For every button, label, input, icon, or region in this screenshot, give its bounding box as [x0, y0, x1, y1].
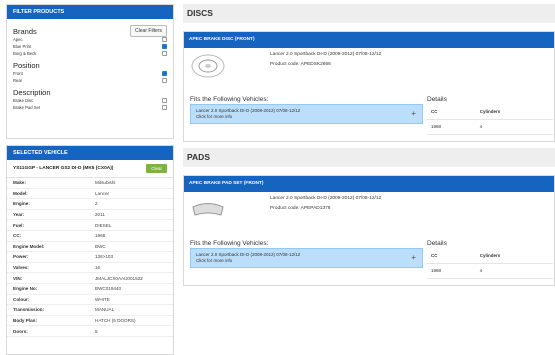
vehicle-detail-row: Doors: 5 — [7, 326, 173, 337]
vehicle-detail-row: Colour: WHITE — [7, 295, 173, 306]
vehicle-detail-row: Engine Model: BWC — [7, 242, 173, 253]
main-content: DISCS APEC BRAKE DISC (FRONT) Lancer 2.0… — [183, 4, 555, 286]
filter-option[interactable]: Borg & Beck — [13, 50, 167, 57]
more-info-link[interactable]: Click for more info — [196, 258, 417, 263]
product-card: APEC BRAKE PAD SET (FRONT) Lancer 2.0 Sp… — [183, 175, 555, 286]
vehicle-reg: YS11GGP - LANCER GS2 DI-D (MK5 (CX0A)) — [13, 166, 114, 171]
filter-option[interactable]: Apec — [13, 36, 167, 43]
brake-disc-icon[interactable] — [190, 54, 226, 78]
product-heading[interactable]: APEC BRAKE PAD SET (FRONT) — [184, 176, 554, 192]
product-title: Lancer 2.0 Sportback DI-D (2008-2012) 07… — [270, 52, 382, 57]
fitting-vehicle-item[interactable]: Lancer 2.0 Sportback DI-D (2008-2012) 07… — [190, 248, 423, 268]
filter-group-title: Description — [13, 88, 51, 97]
vehicle-detail-row: VIN: JMALJCX0AAU001522 — [7, 273, 173, 284]
vehicle-detail-row: Transmission: MANUAL — [7, 305, 173, 316]
filter-panel: FILTER PRODUCTS Clear Filters Brands Ape… — [6, 4, 174, 139]
checkbox[interactable] — [162, 44, 167, 49]
checkbox[interactable] — [162, 98, 167, 103]
section-title-pads: PADS — [183, 148, 555, 167]
vehicle-detail-row: Valves: 16 — [7, 263, 173, 274]
filter-option[interactable]: Brake Pad Set — [13, 104, 167, 111]
checkbox[interactable] — [162, 51, 167, 56]
filter-group-title: Position — [13, 61, 40, 70]
vehicle-detail-row: Engine: 2 — [7, 199, 173, 210]
product-code: Product code: APEDSK2666 — [270, 62, 331, 67]
vehicle-detail-row: Make: Mitsubishi — [7, 178, 173, 189]
plus-icon[interactable]: + — [411, 253, 416, 262]
fitting-vehicle-name: Lancer 2.0 Sportback DI-D (2008-2012) 07… — [196, 252, 301, 257]
details-label: Details — [427, 240, 447, 247]
fitting-vehicle-name: Lancer 2.0 Sportback DI-D (2008-2012) 07… — [196, 108, 301, 113]
vehicle-detail-row: Power: 136>103 — [7, 252, 173, 263]
plus-icon[interactable]: + — [411, 109, 416, 118]
vehicle-detail-row: Fuel: DIESEL — [7, 220, 173, 231]
filter-panel-title: FILTER PRODUCTS — [7, 5, 173, 19]
details-table: CC Cylinders 1968 4 — [427, 248, 553, 279]
brake-pad-icon[interactable] — [190, 198, 226, 222]
vehicle-detail-row: Model: Lancer — [7, 189, 173, 200]
selected-vehicle-title: SELECTED VEHICLE — [7, 146, 173, 160]
checkbox[interactable] — [162, 105, 167, 110]
vehicle-detail-row: CC: 1968 — [7, 231, 173, 242]
fits-vehicles-label: Fits the Following Vehicles: — [190, 96, 269, 103]
vehicle-detail-row: Year: 2011 — [7, 210, 173, 221]
vehicle-detail-row: Engine No: BWC019440 — [7, 284, 173, 295]
fitting-vehicle-item[interactable]: Lancer 2.0 Sportback DI-D (2008-2012) 07… — [190, 104, 423, 124]
details-table: CC Cylinders 1968 4 — [427, 104, 553, 135]
product-code: Product code: APEPAD1376 — [270, 206, 331, 211]
product-heading[interactable]: APEC BRAKE DISC (FRONT) — [184, 32, 554, 48]
checkbox[interactable] — [162, 78, 167, 83]
selected-vehicle-panel: SELECTED VEHICLE YS11GGP - LANCER GS2 DI… — [6, 145, 174, 355]
filter-option[interactable]: Rear — [13, 77, 167, 84]
product-title: Lancer 2.0 Sportback DI-D (2008-2012) 07… — [270, 196, 382, 201]
filter-option[interactable]: Front — [13, 70, 167, 77]
vehicle-reg-row: YS11GGP - LANCER GS2 DI-D (MK5 (CX0A)) C… — [7, 160, 173, 178]
more-info-link[interactable]: Click for more info — [196, 114, 417, 119]
vehicle-detail-row: Body Plan: HATCH (5 DOORS) — [7, 316, 173, 327]
details-label: Details — [427, 96, 447, 103]
fits-vehicles-label: Fits the Following Vehicles: — [190, 240, 269, 247]
clear-vehicle-button[interactable]: Clear — [146, 164, 167, 173]
clear-filters-button[interactable]: Clear Filters — [130, 25, 167, 37]
sidebar: FILTER PRODUCTS Clear Filters Brands Ape… — [6, 4, 174, 355]
checkbox[interactable] — [162, 37, 167, 42]
filter-option[interactable]: Blue Print — [13, 43, 167, 50]
section-title-discs: DISCS — [183, 4, 555, 23]
checkbox[interactable] — [162, 71, 167, 76]
product-card: APEC BRAKE DISC (FRONT) Lancer 2.0 Sport… — [183, 31, 555, 142]
filter-option[interactable]: Brake Disc — [13, 97, 167, 104]
